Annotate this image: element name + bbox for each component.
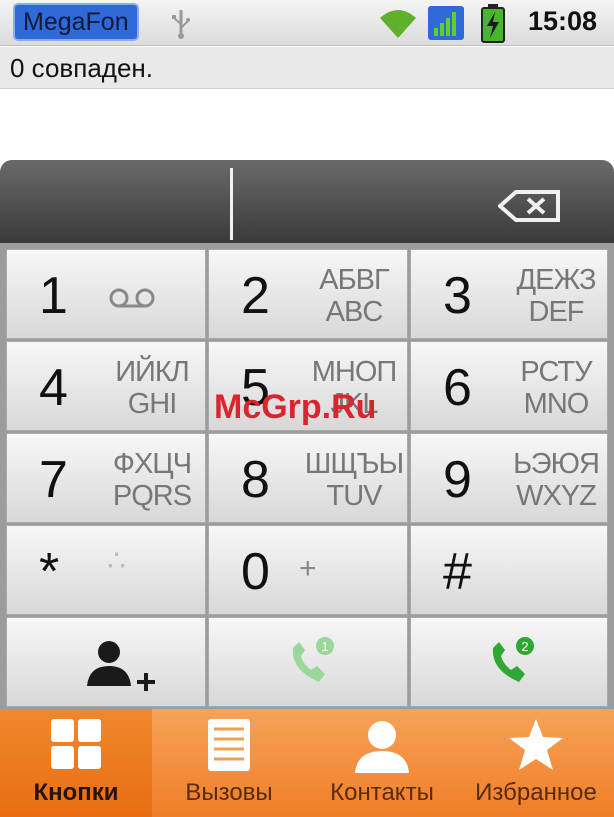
tab-label: Кнопки [33, 779, 119, 806]
contacts-icon [355, 721, 409, 773]
key-digit: # [443, 543, 472, 601]
call-sim2-button[interactable]: 2 [410, 617, 608, 707]
tab-label: Вызовы [185, 779, 273, 806]
key-digit: * [39, 543, 60, 601]
key-7[interactable]: 7 ФХЦЧ PQRS [6, 433, 206, 523]
svg-text:1: 1 [321, 639, 328, 654]
tab-label: Избранное [475, 779, 597, 806]
key-0[interactable]: 0 + [208, 525, 408, 615]
key-sub: + [299, 552, 317, 585]
carrier-label: MegaFon [13, 3, 139, 41]
key-digit: 1 [39, 267, 68, 325]
key-digit: 6 [443, 359, 472, 417]
key-digit: 7 [39, 451, 68, 509]
match-bar: 0 совпаден. [0, 47, 614, 89]
key-2[interactable]: 2 АБВГ ABC [208, 249, 408, 339]
tab-label: Контакты [330, 779, 434, 806]
add-contact-icon [87, 641, 155, 691]
key-letters: РСТУ MNO [520, 356, 592, 420]
key-letters: ИЙКЛ GHI [115, 356, 190, 420]
key-digit: 8 [241, 451, 270, 509]
key-digit: 2 [241, 267, 270, 325]
key-digit: 9 [443, 451, 472, 509]
status-clock: 15:08 [528, 6, 598, 36]
svg-text:2: 2 [521, 639, 528, 654]
number-display[interactable] [0, 160, 614, 243]
tab-bar: Кнопки Вызовы Контакты Избранное [0, 709, 614, 817]
signal-icon [428, 6, 464, 40]
tab-contacts[interactable]: Контакты [306, 709, 458, 817]
match-count-text: 0 совпаден. [10, 53, 153, 83]
tab-calls[interactable]: Вызовы [152, 709, 306, 817]
key-digit: 4 [39, 359, 68, 417]
key-letters: ЬЭЮЯ WXYZ [513, 448, 600, 512]
wifi-icon [380, 10, 416, 38]
call-sim1-button[interactable]: 1 [208, 617, 408, 707]
key-9[interactable]: 9 ЬЭЮЯ WXYZ [410, 433, 608, 523]
backspace-button[interactable] [498, 190, 562, 222]
dialpad-icon [51, 719, 101, 769]
dialpad: 1 2 АБВГ ABC 3 ДЕЖЗ DEF 4 ИЙКЛ GHI 5 МНОП JK… [0, 243, 614, 709]
call-sim1-icon: 1 [292, 637, 334, 682]
key-8[interactable]: 8 ШЩЪЫ TUV [208, 433, 408, 523]
key-letters: ФХЦЧ PQRS [112, 448, 192, 512]
call-sim2-icon: 2 [492, 637, 534, 682]
dialer-screen: MegaFon 15:08 0 совпаден. 1 2 АБВГ ABC 3… [0, 0, 614, 817]
battery-charging-icon [481, 4, 505, 43]
key-digit: 0 [241, 543, 270, 601]
key-letters: ДЕЖЗ DEF [516, 264, 597, 328]
add-contact-button[interactable] [6, 617, 206, 707]
key-sub: ∴ [107, 545, 127, 578]
status-bar: MegaFon 15:08 [0, 0, 614, 46]
key-letters: ШЩЪЫ TUV [304, 448, 404, 512]
key-digit: 3 [443, 267, 472, 325]
watermark: McGrp.Ru [214, 388, 377, 426]
key-star[interactable]: * ∴ [6, 525, 206, 615]
key-1[interactable]: 1 [6, 249, 206, 339]
key-6[interactable]: 6 РСТУ MNO [410, 341, 608, 431]
text-cursor [230, 168, 233, 240]
key-4[interactable]: 4 ИЙКЛ GHI [6, 341, 206, 431]
tab-favorites[interactable]: Избранное [458, 709, 614, 817]
tab-keypad[interactable]: Кнопки [0, 709, 152, 817]
call-log-icon [208, 719, 250, 771]
usb-icon [172, 10, 190, 39]
key-letters: АБВГ ABC [319, 264, 389, 328]
star-icon [509, 719, 563, 770]
voicemail-icon [109, 288, 155, 308]
key-hash[interactable]: # [410, 525, 608, 615]
key-3[interactable]: 3 ДЕЖЗ DEF [410, 249, 608, 339]
